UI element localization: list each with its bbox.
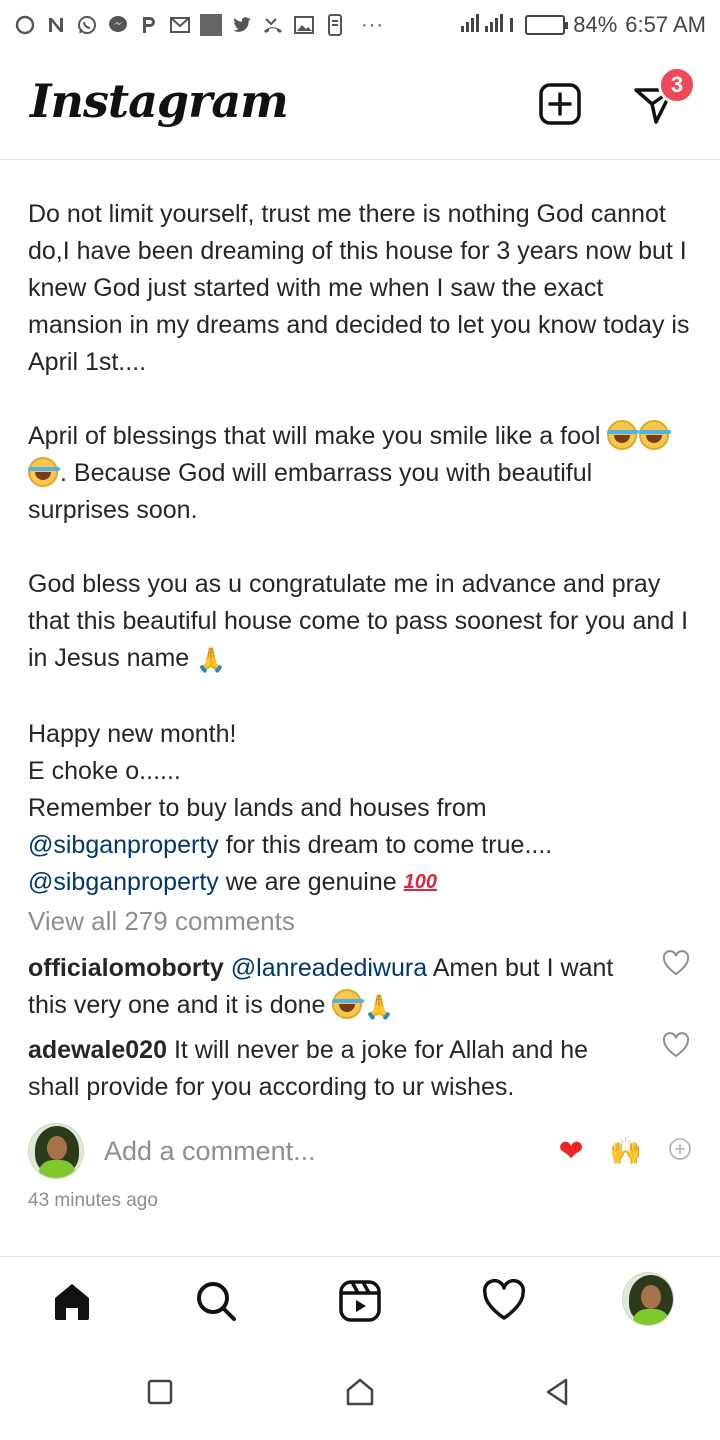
nav-profile[interactable] [622, 1272, 674, 1326]
clock: 6:57 AM [625, 12, 706, 37]
like-comment-button[interactable] [662, 950, 690, 976]
laughing-emoji-icon [28, 457, 60, 487]
praying-hands-icon: 🙏 [196, 647, 227, 674]
bottom-nav [0, 1256, 720, 1344]
mention-link[interactable]: @sibganproperty [28, 831, 219, 859]
n-icon [45, 14, 67, 36]
gmail-icon [169, 14, 191, 36]
comment-item: officialomoborty @lanreadediwura Amen bu… [28, 950, 628, 1026]
caption-text: we are genuine [218, 868, 404, 896]
twitter-icon [231, 14, 253, 36]
square-icon [147, 1379, 173, 1405]
notification-icons: ··· [14, 14, 384, 37]
like-comment-button[interactable] [662, 1032, 690, 1058]
caption-text: . Because God will embarrass you with be… [28, 459, 593, 524]
view-all-comments-link[interactable]: View all 279 comments [28, 906, 295, 937]
phone-icon [324, 14, 346, 36]
add-comment-row: Add a comment... ❤ 🙌 [28, 1122, 692, 1180]
reels-icon [339, 1280, 381, 1322]
new-post-button[interactable] [536, 80, 584, 128]
laughing-emoji-icon [639, 420, 672, 450]
app-header: Instagram [0, 56, 720, 160]
laughing-emoji-icon [332, 989, 365, 1019]
recent-apps-button[interactable] [142, 1374, 178, 1410]
nav-search[interactable] [190, 1275, 242, 1327]
p-icon [138, 14, 160, 36]
avatar [28, 1123, 84, 1179]
laughing-emoji-icon [607, 420, 640, 450]
house-outline-icon [346, 1378, 374, 1406]
search-icon [197, 1282, 236, 1321]
back-button[interactable] [540, 1374, 576, 1410]
back-triangle-icon [546, 1378, 568, 1406]
status-bar: ··· 84% 6:57 AM [0, 0, 720, 50]
home-system-button[interactable] [342, 1374, 378, 1410]
post-timestamp: 43 minutes ago [28, 1190, 158, 1211]
system-status: 84% 6:57 AM [459, 10, 706, 40]
caption-paragraph: April of blessings that will make you sm… [28, 418, 698, 529]
system-navigation-bar [0, 1344, 720, 1440]
caption-text: Remember to buy lands and houses from [28, 794, 487, 822]
quick-reactions: ❤ 🙌 [558, 1134, 692, 1169]
home-icon [55, 1284, 89, 1320]
signal-icon [459, 10, 517, 40]
nav-activity[interactable] [478, 1275, 530, 1327]
caption-text: April of blessings that will make you sm… [28, 422, 608, 450]
battery-percent: 84% [573, 12, 618, 37]
circle-icon [14, 14, 36, 36]
nav-home[interactable] [46, 1275, 98, 1327]
add-comment-input[interactable]: Add a comment... [104, 1136, 558, 1167]
praying-hands-icon: 🙏 [364, 994, 395, 1021]
profile-avatar [622, 1272, 674, 1326]
raised-hands-reaction-icon[interactable]: 🙌 [610, 1136, 642, 1167]
caption-paragraph: Do not limit yourself, trust me there is… [28, 200, 690, 376]
gallery-icon [293, 14, 315, 36]
comment-item: adewale020 It will never be a joke for A… [28, 1032, 628, 1106]
hundred-points-icon: 100 [403, 871, 437, 893]
comment-username[interactable]: officialomoborty [28, 954, 224, 982]
nav-reels[interactable] [334, 1275, 386, 1327]
comment-username[interactable]: adewale020 [28, 1036, 167, 1064]
plus-square-icon [539, 83, 581, 125]
caption-text: Happy new month! [28, 720, 237, 748]
post-caption: Do not limit yourself, trust me there is… [28, 196, 698, 901]
mention-link[interactable]: @lanreadediwura [231, 954, 427, 982]
instagram-logo[interactable]: Instagram [30, 74, 289, 128]
caption-text: for this dream to come true.... [218, 831, 553, 859]
heart-icon [482, 1278, 526, 1320]
image-thumb-icon [200, 14, 222, 36]
mention-link[interactable]: @sibganproperty [28, 868, 219, 896]
missed-call-icon [262, 14, 284, 36]
whatsapp-icon [76, 14, 98, 36]
battery-icon [525, 15, 569, 35]
messenger-icon [107, 14, 129, 36]
caption-paragraph: God bless you as u congratulate me in ad… [28, 566, 698, 679]
caption-text: God bless you as u congratulate me in ad… [28, 570, 689, 672]
caption-text: E choke o...... [28, 757, 181, 785]
heart-reaction-icon[interactable]: ❤ [558, 1134, 583, 1169]
heart-outline-icon [662, 950, 690, 976]
caption-paragraph: Happy new month! E choke o...... Remembe… [28, 716, 698, 901]
direct-badge: 3 [658, 66, 696, 104]
heart-outline-icon [662, 1032, 690, 1058]
more-notifications: ··· [361, 13, 384, 36]
add-reaction-icon[interactable] [668, 1137, 692, 1166]
